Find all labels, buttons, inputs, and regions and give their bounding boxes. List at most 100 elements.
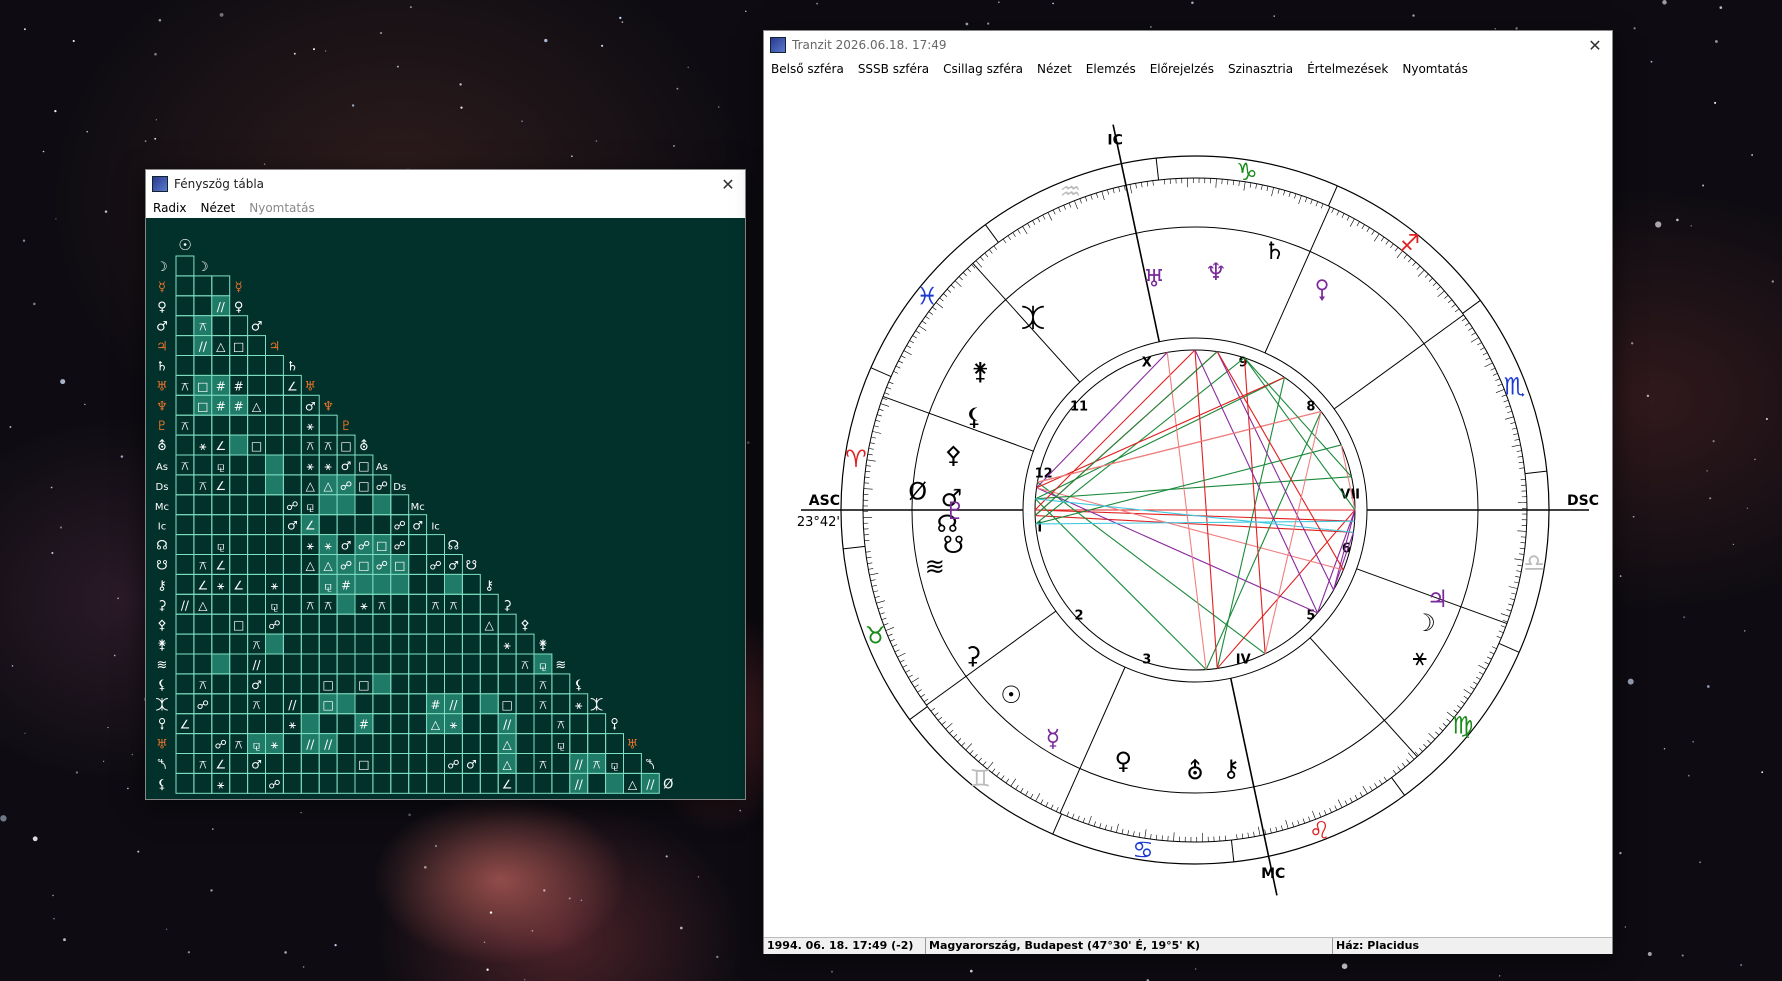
zodiac-sign[interactable]: ♊ — [970, 765, 992, 793]
grid-cell[interactable] — [265, 394, 284, 416]
grid-cell[interactable] — [211, 713, 231, 735]
grid-cell[interactable] — [515, 673, 535, 695]
grid-cell[interactable] — [515, 693, 535, 715]
grid-cell[interactable] — [300, 713, 320, 735]
grid-cell[interactable] — [211, 315, 231, 337]
grid-cell[interactable] — [354, 573, 374, 595]
grid-cell[interactable] — [193, 633, 213, 655]
grid-cell[interactable] — [336, 613, 356, 635]
grid-cell[interactable] — [175, 534, 195, 556]
transit-planet[interactable]: ☉ — [1000, 681, 1022, 709]
grid-cell[interactable] — [247, 335, 266, 356]
grid-cell[interactable] — [175, 573, 195, 595]
grid-cell[interactable] — [282, 554, 302, 575]
grid-cell[interactable] — [318, 494, 338, 516]
grid-cell[interactable] — [336, 494, 356, 516]
grid-cell[interactable] — [282, 573, 302, 595]
grid-cell[interactable] — [461, 613, 481, 635]
grid-cell[interactable] — [408, 554, 428, 575]
grid-cell[interactable] — [282, 753, 302, 774]
grid-cell[interactable] — [336, 713, 356, 735]
grid-cell[interactable] — [300, 633, 320, 655]
grid-cell[interactable] — [408, 633, 428, 655]
grid-cell[interactable] — [426, 673, 446, 695]
grid-cell[interactable] — [193, 454, 213, 476]
grid-cell[interactable] — [390, 593, 410, 615]
grid-cell[interactable] — [408, 673, 428, 695]
grid-cell[interactable] — [265, 514, 284, 536]
grid-cell[interactable] — [408, 573, 428, 595]
grid-cell[interactable] — [318, 653, 338, 675]
aspect-window-close-button[interactable]: ✕ — [711, 175, 745, 194]
grid-cell[interactable] — [265, 753, 284, 774]
grid-cell[interactable] — [229, 514, 249, 536]
grid-cell[interactable] — [282, 454, 302, 476]
grid-cell[interactable] — [229, 414, 249, 436]
grid-cell[interactable] — [408, 534, 428, 556]
grid-cell[interactable] — [175, 434, 195, 456]
grid-cell[interactable] — [408, 753, 428, 774]
grid-cell[interactable] — [247, 474, 266, 496]
grid-cell[interactable] — [229, 534, 249, 556]
grid-cell[interactable] — [282, 633, 302, 655]
grid-cell[interactable] — [569, 713, 589, 735]
chart-canvas[interactable]: ♈ ♉ ♊ ♋ ♌ ♍ ♎ ♏ ♐ ♑ ♒ ♓ I 2 3 IV 5 6 VII 8 9 X 11 12 ASC 23°42' DS… — [764, 81, 1612, 937]
grid-cell[interactable] — [461, 772, 481, 794]
grid-cell[interactable] — [282, 733, 302, 754]
grid-cell[interactable] — [444, 613, 463, 635]
grid-cell[interactable] — [300, 673, 320, 695]
grid-cell[interactable] — [211, 494, 231, 516]
grid-cell[interactable] — [408, 593, 428, 615]
grid-cell[interactable] — [282, 414, 302, 436]
grid-cell[interactable] — [193, 772, 213, 794]
grid-cell[interactable] — [551, 673, 571, 695]
menu-nezet[interactable]: Nézet — [1030, 62, 1079, 76]
grid-cell[interactable] — [372, 733, 392, 754]
grid-cell[interactable] — [211, 653, 231, 675]
grid-cell[interactable] — [372, 772, 392, 794]
grid-cell[interactable] — [444, 573, 463, 595]
grid-cell[interactable] — [390, 693, 410, 715]
grid-cell[interactable] — [587, 713, 607, 735]
menu-belso-szfera[interactable]: Belső szféra — [764, 62, 851, 76]
grid-cell[interactable] — [211, 593, 231, 615]
grid-cell[interactable] — [497, 613, 517, 635]
grid-cell[interactable] — [354, 494, 374, 516]
grid-cell[interactable] — [247, 374, 266, 396]
grid-cell[interactable] — [426, 573, 446, 595]
grid-cell[interactable] — [193, 713, 213, 735]
grid-cell[interactable] — [372, 693, 392, 715]
grid-cell[interactable] — [282, 613, 302, 635]
grid-cell[interactable] — [175, 753, 195, 774]
grid-cell[interactable] — [354, 772, 374, 794]
grid-cell[interactable] — [211, 355, 231, 376]
grid-cell[interactable] — [408, 713, 428, 735]
grid-cell[interactable] — [282, 593, 302, 615]
transit-planet[interactable]: ⚸ — [965, 403, 983, 431]
grid-cell[interactable] — [390, 653, 410, 675]
grid-cell[interactable] — [229, 713, 249, 735]
grid-cell[interactable] — [426, 534, 446, 556]
grid-cell[interactable] — [479, 593, 499, 615]
grid-cell[interactable] — [444, 733, 463, 754]
grid-cell[interactable] — [247, 494, 266, 516]
grid-cell[interactable] — [390, 673, 410, 695]
grid-cell[interactable] — [444, 673, 463, 695]
grid-cell[interactable] — [229, 772, 249, 794]
grid-cell[interactable] — [479, 633, 499, 655]
grid-cell[interactable] — [318, 772, 338, 794]
grid-cell[interactable] — [300, 772, 320, 794]
grid-cell[interactable] — [229, 315, 249, 337]
grid-cell[interactable] — [175, 295, 195, 317]
grid-cell[interactable] — [408, 772, 428, 794]
grid-cell[interactable] — [265, 693, 284, 715]
grid-cell[interactable] — [426, 653, 446, 675]
grid-cell[interactable] — [247, 355, 266, 376]
transit-planet[interactable]: ⚷ — [1222, 754, 1240, 782]
grid-cell[interactable] — [390, 494, 410, 516]
grid-cell[interactable] — [193, 733, 213, 754]
zodiac-sign[interactable]: ♋ — [1132, 836, 1154, 864]
aspect-window-titlebar[interactable]: Fényszög tábla ✕ — [146, 170, 745, 198]
grid-cell[interactable] — [479, 753, 499, 774]
zodiac-sign[interactable]: ♈ — [845, 445, 867, 473]
